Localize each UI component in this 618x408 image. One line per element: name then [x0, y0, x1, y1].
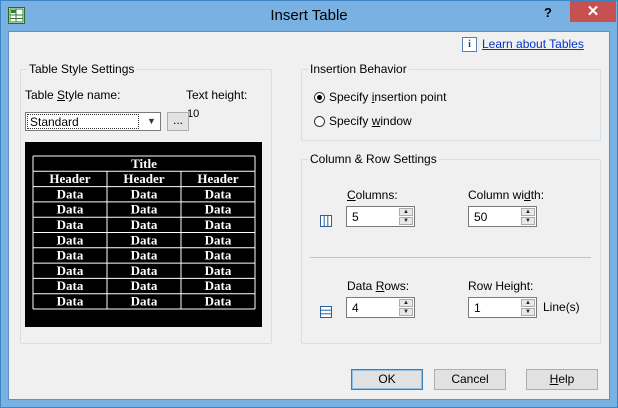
table-style-value: Standard	[27, 114, 139, 129]
insertion-behavior-group-title: Insertion Behavior	[310, 62, 407, 76]
preview-data-cell: Data	[57, 186, 84, 201]
rows-icon	[320, 306, 332, 318]
column-width-up-arrow-icon[interactable]: ▲	[521, 208, 535, 216]
preview-data-cell: Data	[131, 232, 158, 247]
preview-header-cell: Header	[197, 171, 238, 186]
preview-data-cell: Data	[131, 248, 158, 263]
column-width-label: Column width:	[468, 188, 545, 202]
preview-data-cell: Data	[57, 232, 84, 247]
row-height-label: Row Height:	[468, 279, 534, 293]
dialog-body: i Learn about Tables Table Style Setting…	[8, 31, 610, 400]
preview-data-cell: Data	[131, 186, 158, 201]
table-preview-graphic: TitleHeader Header HeaderData Data DataData D…	[32, 155, 256, 310]
data-rows-label: Data Rows:	[347, 279, 410, 293]
preview-data-cell: Data	[57, 217, 84, 232]
preview-header-cell: Header	[49, 171, 90, 186]
specify-insertion-point-label: Specify insertion point	[329, 90, 447, 104]
learn-about-tables-link[interactable]: Learn about Tables	[482, 37, 584, 51]
preview-data-cell: Data	[131, 278, 158, 293]
info-icon: i	[462, 37, 477, 52]
preview-data-cell: Data	[205, 263, 232, 278]
help-button[interactable]: Help	[526, 369, 598, 390]
title-bar[interactable]: Insert Table ? ✕	[1, 1, 617, 31]
preview-data-cell: Data	[131, 217, 158, 232]
column-width-stepper[interactable]: 50 ▲ ▼	[468, 206, 537, 227]
preview-data-cell: Data	[205, 202, 232, 217]
columns-icon	[320, 215, 332, 227]
row-height-stepper[interactable]: 1 ▲ ▼	[468, 297, 537, 318]
preview-title: Title	[131, 156, 157, 171]
row-height-value: 1	[474, 301, 481, 315]
table-preview: Title Header Header Header Data Data Data Data D…	[25, 142, 262, 327]
row-height-unit: Line(s)	[543, 300, 580, 314]
close-button[interactable]: ✕	[570, 1, 616, 22]
row-height-up-arrow-icon[interactable]: ▲	[521, 299, 535, 307]
table-style-dropdown[interactable]: Standard ▼	[25, 112, 161, 131]
preview-data-cell: Data	[57, 294, 84, 309]
insertion-behavior-group: Insertion Behavior Specify insertion poi…	[301, 62, 601, 141]
table-style-group: Table Style Settings Table Style name: T…	[20, 62, 272, 344]
radio-unchecked-icon[interactable]	[314, 115, 325, 127]
row-height-down-arrow-icon[interactable]: ▼	[521, 308, 535, 316]
preview-data-cell: Data	[131, 202, 158, 217]
specify-window-label: Specify window	[329, 114, 412, 128]
cancel-button[interactable]: Cancel	[434, 369, 506, 390]
data-rows-down-arrow-icon[interactable]: ▼	[399, 308, 413, 316]
insert-table-dialog: Insert Table ? ✕ i Learn about Tables Ta…	[0, 0, 618, 408]
table-style-group-title: Table Style Settings	[29, 62, 135, 76]
preview-data-cell: Data	[57, 202, 84, 217]
preview-data-cell: Data	[205, 294, 232, 309]
specify-window-radio[interactable]: Specify window	[314, 114, 412, 128]
preview-data-cell: Data	[131, 294, 158, 309]
separator	[310, 257, 591, 258]
specify-insertion-point-radio[interactable]: Specify insertion point	[314, 90, 446, 104]
preview-data-cell: Data	[205, 248, 232, 263]
column-width-value: 50	[474, 210, 488, 224]
table-style-name-label: Table Style name:	[25, 88, 121, 102]
preview-header-cell: Header	[123, 171, 164, 186]
preview-data-cell: Data	[131, 263, 158, 278]
preview-data-cell: Data	[205, 278, 232, 293]
chevron-down-icon[interactable]: ▼	[143, 113, 160, 130]
data-rows-value: 4	[352, 301, 359, 315]
data-rows-up-arrow-icon[interactable]: ▲	[399, 299, 413, 307]
ok-button[interactable]: OK	[351, 369, 423, 390]
column-width-down-arrow-icon[interactable]: ▼	[521, 217, 535, 225]
columns-label: Columns:	[347, 188, 398, 202]
dialog-title: Insert Table	[270, 7, 348, 24]
radio-checked-icon[interactable]	[314, 91, 325, 103]
column-row-group: Column & Row Settings Columns: 5 ▲ ▼ Col…	[301, 152, 601, 344]
preview-data-cell: Data	[57, 248, 84, 263]
columns-up-arrow-icon[interactable]: ▲	[399, 208, 413, 216]
column-row-group-title: Column & Row Settings	[310, 152, 437, 166]
preview-data-cell: Data	[57, 263, 84, 278]
text-height-label: Text height:	[186, 88, 248, 102]
preview-data-cell: Data	[205, 217, 232, 232]
columns-stepper[interactable]: 5 ▲ ▼	[346, 206, 415, 227]
columns-down-arrow-icon[interactable]: ▼	[399, 217, 413, 225]
preview-data-cell: Data	[57, 278, 84, 293]
title-help-button[interactable]: ?	[535, 3, 561, 23]
browse-table-styles-button[interactable]: ...	[167, 112, 189, 131]
columns-value: 5	[352, 210, 359, 224]
preview-data-cell: Data	[205, 232, 232, 247]
preview-data-cell: Data	[205, 186, 232, 201]
data-rows-stepper[interactable]: 4 ▲ ▼	[346, 297, 415, 318]
